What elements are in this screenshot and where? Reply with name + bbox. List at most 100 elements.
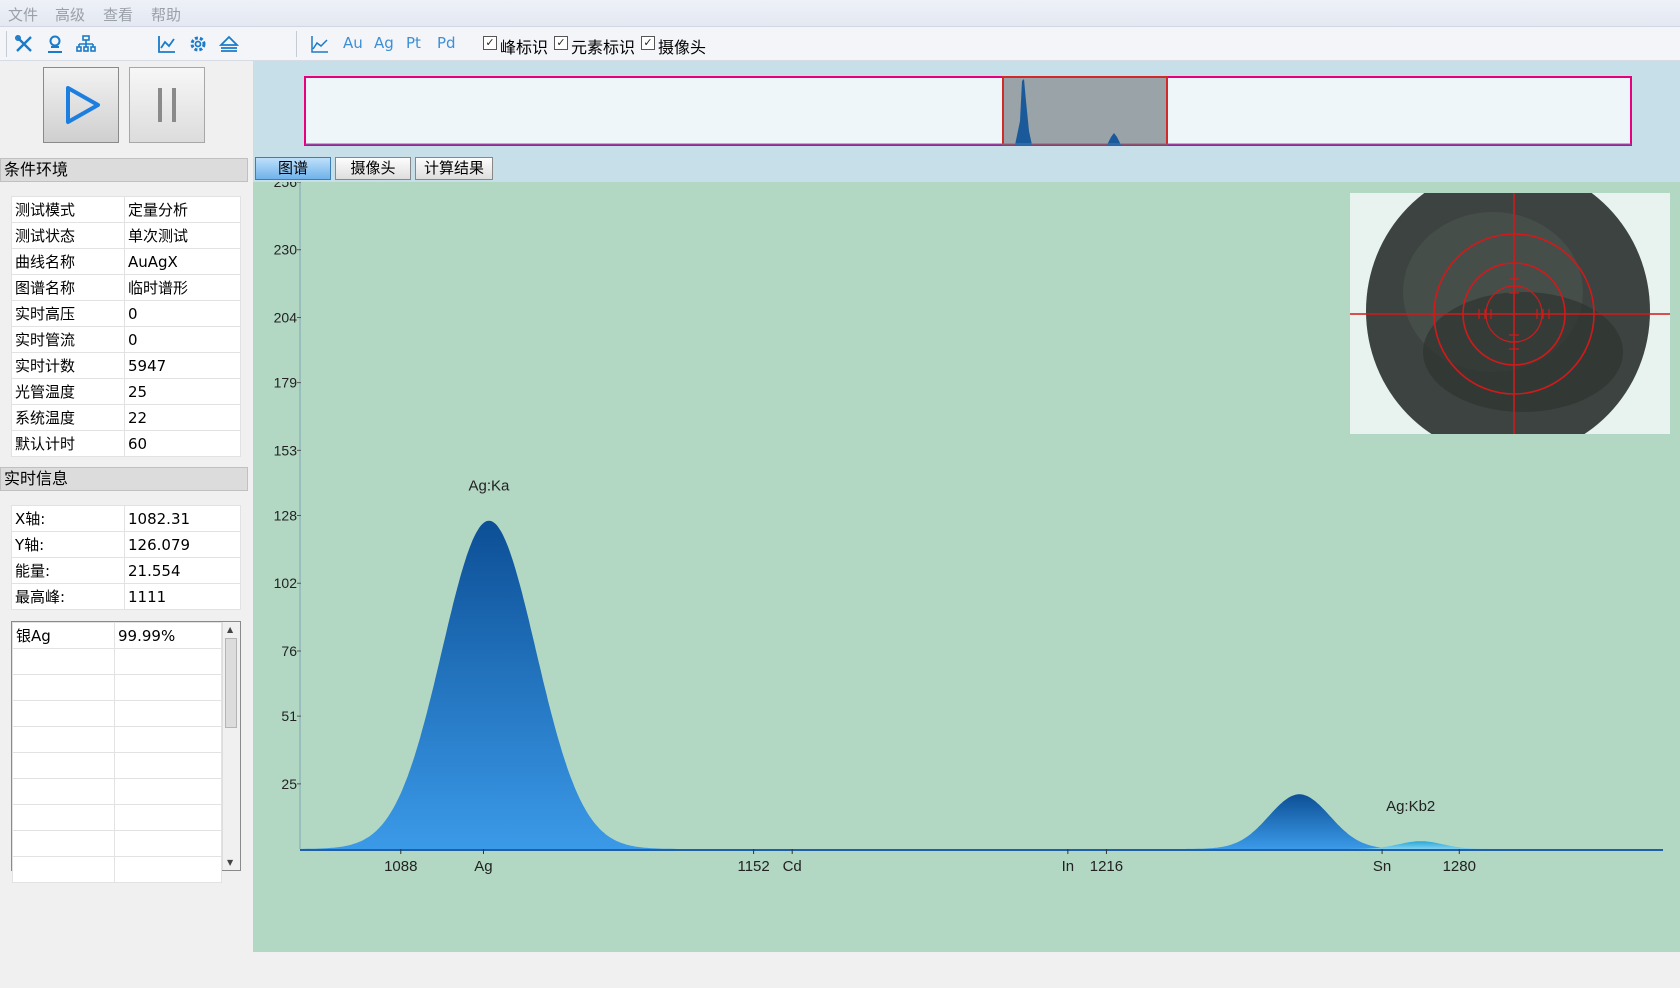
condition-key: 测试模式 [11, 196, 125, 223]
y-tick-label: 128 [274, 508, 298, 524]
result-value [114, 856, 222, 883]
camera-checkbox[interactable]: ✓ [641, 36, 655, 50]
realtime-header: 实时信息 [0, 467, 248, 491]
result-element [12, 700, 115, 727]
condition-value: 0 [124, 326, 241, 353]
result-value [114, 778, 222, 805]
element-pd-button[interactable]: Pd [437, 34, 456, 52]
peak-area [1178, 794, 1421, 849]
realtime-row: 能量: 21.554 [11, 557, 241, 584]
condition-value: AuAgX [124, 248, 241, 275]
conditions-table: 测试模式 定量分析 测试状态 单次测试 曲线名称 AuAgX 图谱名称 临时谱形 实时高压 0 实时… [11, 196, 241, 457]
realtime-row: X轴: 1082.31 [11, 505, 241, 532]
x-tick-label: 1280 [1443, 858, 1476, 875]
spectrum-overview[interactable] [253, 61, 1680, 156]
realtime-value: 1111 [124, 583, 241, 610]
condition-value: 单次测试 [124, 222, 241, 249]
scroll-up-icon[interactable]: ▲ [227, 625, 233, 634]
realtime-value: 21.554 [124, 557, 241, 584]
y-tick-label: 256 [274, 182, 298, 190]
tools-icon[interactable] [14, 34, 34, 54]
y-tick-label: 102 [274, 575, 298, 591]
condition-value: 临时谱形 [124, 274, 241, 301]
eject-icon[interactable] [219, 34, 239, 54]
condition-key: 光管温度 [11, 378, 125, 405]
result-element: 银Ag [12, 622, 115, 649]
tab-camera[interactable]: 摄像头 [335, 157, 411, 180]
tab-results[interactable]: 计算结果 [415, 157, 493, 180]
result-element [12, 778, 115, 805]
result-value [114, 674, 222, 701]
result-row[interactable] [12, 648, 222, 675]
condition-value: 定量分析 [124, 196, 241, 223]
spectrum-view-icon[interactable] [310, 34, 330, 54]
result-row[interactable] [12, 830, 222, 857]
results-scrollbar[interactable]: ▲ ▼ [222, 622, 240, 870]
peak-label-text: 峰标识 [500, 38, 549, 57]
condition-row: 光管温度 25 [11, 378, 241, 405]
result-value [114, 700, 222, 727]
result-value [114, 830, 222, 857]
pause-button[interactable] [129, 67, 205, 143]
scroll-down-icon[interactable]: ▼ [227, 858, 233, 867]
x-tick-label: 1152 [737, 858, 769, 875]
x-tick-label: Cd [783, 858, 802, 875]
condition-key: 默认计时 [11, 430, 125, 457]
menu-advanced[interactable]: 高级 [55, 4, 85, 25]
result-value [114, 726, 222, 753]
x-tick-label: Sn [1373, 858, 1391, 875]
result-row[interactable] [12, 674, 222, 701]
element-label-checkbox[interactable]: ✓ [554, 36, 568, 50]
tab-bar: 图谱 摄像头 计算结果 [253, 156, 1680, 182]
result-row[interactable] [12, 726, 222, 753]
element-label-text: 元素标识 [571, 38, 636, 57]
user-icon[interactable] [45, 34, 65, 54]
y-tick-label: 230 [274, 242, 298, 258]
menu-help[interactable]: 帮助 [151, 4, 181, 25]
result-row[interactable] [12, 856, 222, 883]
condition-value: 0 [124, 300, 241, 327]
camera-preview[interactable] [1350, 182, 1670, 457]
element-pt-button[interactable]: Pt [406, 34, 421, 52]
network-icon[interactable] [76, 34, 96, 54]
overview-frame [304, 76, 1632, 146]
peak-area [301, 520, 677, 849]
result-row[interactable]: 银Ag 99.99% [12, 622, 222, 649]
x-tick-label: 1216 [1090, 858, 1123, 875]
x-tick-label: 1088 [384, 858, 417, 875]
y-tick-label: 179 [274, 375, 298, 391]
conditions-header: 条件环境 [0, 158, 248, 182]
scroll-thumb[interactable] [225, 638, 237, 728]
results-list[interactable]: 银Ag 99.99% ▲ ▼ [11, 621, 241, 883]
element-au-button[interactable]: Au [343, 34, 363, 52]
peak-label-checkbox[interactable]: ✓ [483, 36, 497, 50]
settings-icon[interactable] [188, 34, 208, 54]
result-element [12, 648, 115, 675]
start-button[interactable] [43, 67, 119, 143]
condition-row: 实时管流 0 [11, 326, 241, 353]
realtime-key: 最高峰: [11, 583, 125, 610]
realtime-value: 1082.31 [124, 505, 241, 532]
condition-value: 60 [124, 430, 241, 457]
tab-spectrum[interactable]: 图谱 [255, 157, 331, 180]
condition-row: 图谱名称 临时谱形 [11, 274, 241, 301]
spectrum-chart[interactable]: 25 51 76 102 128 153 179 204 230 256 1088 Ag 1152 Cd… [253, 174, 1680, 952]
menu-bar: 文件 高级 查看 帮助 [0, 0, 1680, 27]
condition-row: 默认计时 60 [11, 430, 241, 457]
line-chart-icon[interactable] [157, 34, 177, 54]
menu-view[interactable]: 查看 [103, 4, 133, 25]
result-row[interactable] [12, 778, 222, 805]
condition-value: 22 [124, 404, 241, 431]
result-row[interactable] [12, 804, 222, 831]
condition-row: 实时高压 0 [11, 300, 241, 327]
element-ag-button[interactable]: Ag [374, 34, 394, 52]
condition-key: 实时高压 [11, 300, 125, 327]
result-row[interactable] [12, 752, 222, 779]
play-icon [66, 86, 100, 124]
result-value [114, 752, 222, 779]
y-tick-label: 25 [281, 776, 297, 792]
result-row[interactable] [12, 700, 222, 727]
menu-file[interactable]: 文件 [8, 4, 38, 25]
result-element [12, 804, 115, 831]
condition-key: 实时计数 [11, 352, 125, 379]
